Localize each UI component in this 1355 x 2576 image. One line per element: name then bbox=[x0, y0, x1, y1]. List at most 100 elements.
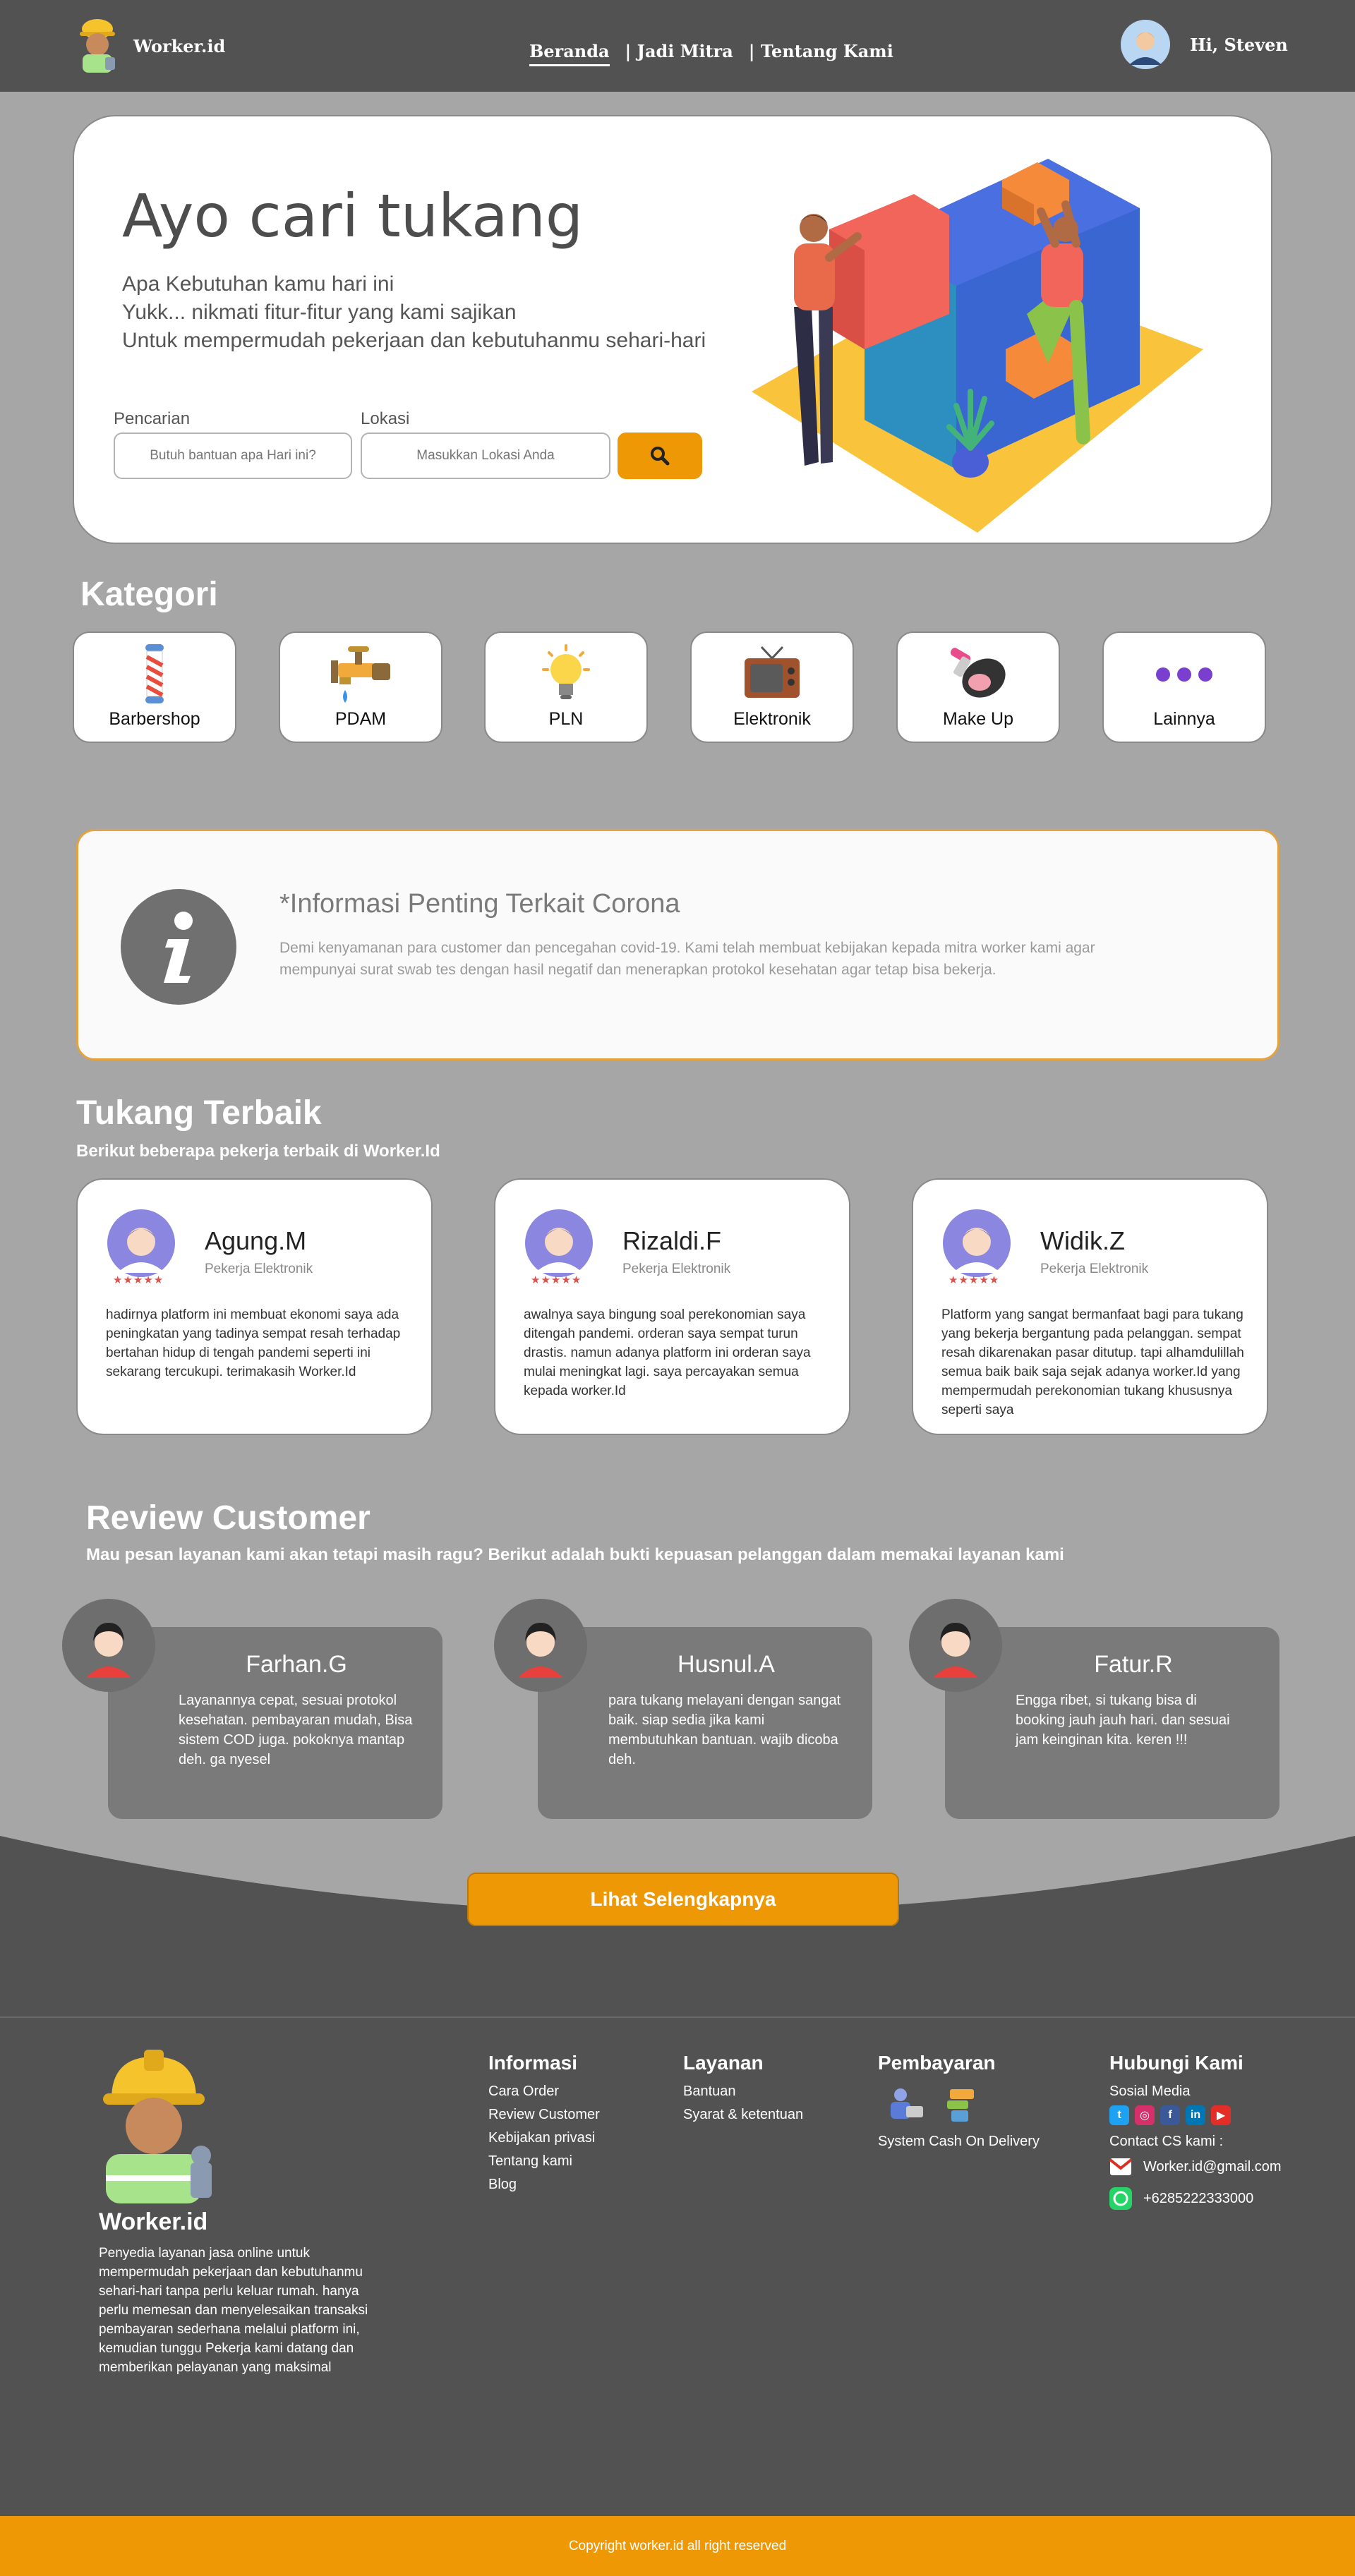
footer-link[interactable]: Review Customer bbox=[488, 2107, 600, 2123]
nav-links: Beranda | Jadi Mitra | Tentang Kami bbox=[529, 41, 893, 66]
worker-role: Pekerja Elektronik bbox=[1040, 1262, 1149, 1276]
review-card[interactable]: Husnul.A para tukang melayani dengan san… bbox=[538, 1627, 872, 1819]
info-title: *Informasi Penting Terkait Corona bbox=[279, 889, 680, 919]
nav-link-tentang-kami[interactable]: | Tentang Kami bbox=[749, 41, 893, 66]
footer-link[interactable]: Kebijakan privasi bbox=[488, 2130, 595, 2146]
category-make-up[interactable]: Make Up bbox=[896, 631, 1060, 743]
reviewer-avatar bbox=[62, 1599, 155, 1692]
category-pdam[interactable]: PDAM bbox=[279, 631, 442, 743]
footer-link[interactable]: Bantuan bbox=[683, 2084, 736, 2100]
worker-card[interactable]: ★★★★★ Agung.M Pekerja Elektronik hadirny… bbox=[76, 1178, 433, 1435]
reviewer-name: Farhan.G bbox=[246, 1651, 347, 1678]
search-input[interactable] bbox=[114, 433, 352, 479]
kategori-title: Kategori bbox=[80, 576, 218, 613]
review-title: Review Customer bbox=[86, 1499, 371, 1537]
worker-name: Widik.Z bbox=[1040, 1226, 1125, 1255]
water-tap-icon bbox=[331, 646, 390, 703]
worker-testimonial: awalnya saya bingung soal perekonomian s… bbox=[524, 1307, 811, 1398]
location-label: Lokasi bbox=[361, 409, 410, 428]
category-label: Make Up bbox=[942, 709, 1014, 729]
info-text: Demi kenyamanan para customer dan penceg… bbox=[279, 940, 1095, 978]
worker-avatar bbox=[943, 1209, 1011, 1277]
location-input[interactable] bbox=[361, 433, 610, 479]
cod-payment-icon bbox=[891, 2088, 974, 2122]
contact-email[interactable]: Worker.id@gmail.com bbox=[1143, 2159, 1282, 2175]
footer-brand: Worker.id bbox=[99, 2208, 208, 2235]
reviewer-avatar bbox=[909, 1599, 1002, 1692]
more-dots-icon bbox=[1156, 667, 1212, 682]
review-card[interactable]: Farhan.G Layanannya cepat, sesuai protok… bbox=[108, 1627, 442, 1819]
hero-line: Yukk... nikmati fitur-fitur yang kami sa… bbox=[122, 301, 517, 324]
email-icon bbox=[1109, 2158, 1132, 2175]
hero-description: Apa Kebutuhan kamu hari ini Yukk... nikm… bbox=[122, 270, 706, 355]
category-label: Barbershop bbox=[109, 709, 200, 729]
category-label: Lainnya bbox=[1153, 709, 1215, 729]
worker-avatar bbox=[525, 1209, 593, 1277]
worker-mascot-icon bbox=[103, 2050, 212, 2203]
navbar: Worker.id Beranda | Jadi Mitra | Tentang… bbox=[0, 0, 1355, 92]
hero-card: Ayo cari tukang Apa Kebutuhan kamu hari … bbox=[73, 115, 1272, 544]
category-pln[interactable]: PLN bbox=[484, 631, 648, 743]
category-lainnya[interactable]: Lainnya bbox=[1102, 631, 1266, 743]
twitter-icon[interactable]: t bbox=[1109, 2105, 1129, 2125]
worker-avatar bbox=[107, 1209, 175, 1277]
search-label: Pencarian bbox=[114, 409, 191, 428]
worker-role: Pekerja Elektronik bbox=[205, 1262, 313, 1276]
whatsapp-icon bbox=[1109, 2187, 1132, 2210]
category-label: PDAM bbox=[335, 709, 387, 729]
rating-stars: ★★★★★ bbox=[531, 1274, 582, 1286]
brand-text: Worker.id bbox=[133, 35, 226, 56]
worker-role: Pekerja Elektronik bbox=[622, 1262, 731, 1276]
nav-user[interactable]: Hi, Steven bbox=[1121, 20, 1288, 69]
category-barbershop[interactable]: Barbershop bbox=[73, 631, 236, 743]
footer-link[interactable]: Syarat & ketentuan bbox=[683, 2107, 803, 2123]
hero-title: Ayo cari tukang bbox=[122, 181, 584, 250]
worker-testimonial: hadirnya platform ini membuat ekonomi sa… bbox=[106, 1307, 401, 1379]
search-button[interactable] bbox=[618, 433, 702, 479]
worker-name: Rizaldi.F bbox=[622, 1226, 722, 1255]
tukang-subtitle: Berikut beberapa pekerja terbaik di Work… bbox=[76, 1142, 440, 1161]
worker-card[interactable]: ★★★★★ Rizaldi.F Pekerja Elektronik awaln… bbox=[494, 1178, 850, 1435]
nav-link-jadi-mitra[interactable]: | Jadi Mitra bbox=[625, 41, 733, 66]
footer-link[interactable]: Blog bbox=[488, 2177, 517, 2193]
facebook-icon[interactable]: f bbox=[1160, 2105, 1180, 2125]
review-text: Engga ribet, si tukang bisa di booking j… bbox=[1016, 1693, 1230, 1748]
hero-illustration bbox=[752, 159, 1203, 533]
category-elektronik[interactable]: Elektronik bbox=[690, 631, 854, 743]
brand[interactable]: Worker.id bbox=[74, 18, 225, 74]
cs-label: Contact CS kami : bbox=[1109, 2134, 1224, 2149]
footer-link[interactable]: Cara Order bbox=[488, 2084, 559, 2100]
makeup-icon bbox=[950, 648, 1006, 698]
contact-phone[interactable]: +6285222333000 bbox=[1143, 2191, 1253, 2207]
category-label: Elektronik bbox=[733, 709, 811, 729]
footer-layanan-title: Layanan bbox=[683, 2052, 764, 2074]
instagram-icon[interactable]: ◎ bbox=[1135, 2105, 1155, 2125]
review-subtitle: Mau pesan layanan kami akan tetapi masih… bbox=[86, 1545, 1064, 1564]
footer-link[interactable]: Tentang kami bbox=[488, 2153, 572, 2170]
nav-link-beranda[interactable]: Beranda bbox=[529, 41, 610, 66]
worker-card[interactable]: ★★★★★ Widik.Z Pekerja Elektronik Platfor… bbox=[912, 1178, 1268, 1435]
hero-line: Apa Kebutuhan kamu hari ini bbox=[122, 272, 395, 296]
footer-informasi-title: Informasi bbox=[488, 2052, 578, 2074]
reviewer-name: Fatur.R bbox=[1094, 1651, 1173, 1678]
see-more-button[interactable]: Lihat Selengkapnya bbox=[467, 1873, 899, 1926]
user-greeting: Hi, Steven bbox=[1190, 34, 1288, 55]
corona-info-card: *Informasi Penting Terkait Corona Demi k… bbox=[76, 829, 1279, 1060]
linkedin-icon[interactable]: in bbox=[1186, 2105, 1205, 2125]
review-text: Layanannya cepat, sesuai protokol keseha… bbox=[179, 1693, 413, 1767]
reviewer-avatar bbox=[494, 1599, 587, 1692]
social-label: Sosial Media bbox=[1109, 2084, 1191, 2099]
light-bulb-icon bbox=[542, 644, 590, 699]
category-label: PLN bbox=[548, 709, 584, 729]
reviewer-name: Husnul.A bbox=[678, 1651, 775, 1678]
copyright: Copyright worker.id all right reserved bbox=[0, 2516, 1355, 2576]
footer-pembayaran-title: Pembayaran bbox=[878, 2052, 996, 2074]
worker-name: Agung.M bbox=[205, 1226, 307, 1255]
tukang-title: Tukang Terbaik bbox=[76, 1094, 322, 1132]
worker-testimonial: Platform yang sangat bermanfaat bagi par… bbox=[941, 1307, 1244, 1417]
rating-stars: ★★★★★ bbox=[113, 1274, 164, 1286]
payment-method: System Cash On Delivery bbox=[878, 2134, 1040, 2149]
youtube-icon[interactable]: ▶ bbox=[1211, 2105, 1231, 2125]
worker-logo-icon bbox=[80, 19, 115, 73]
television-icon bbox=[745, 646, 800, 698]
